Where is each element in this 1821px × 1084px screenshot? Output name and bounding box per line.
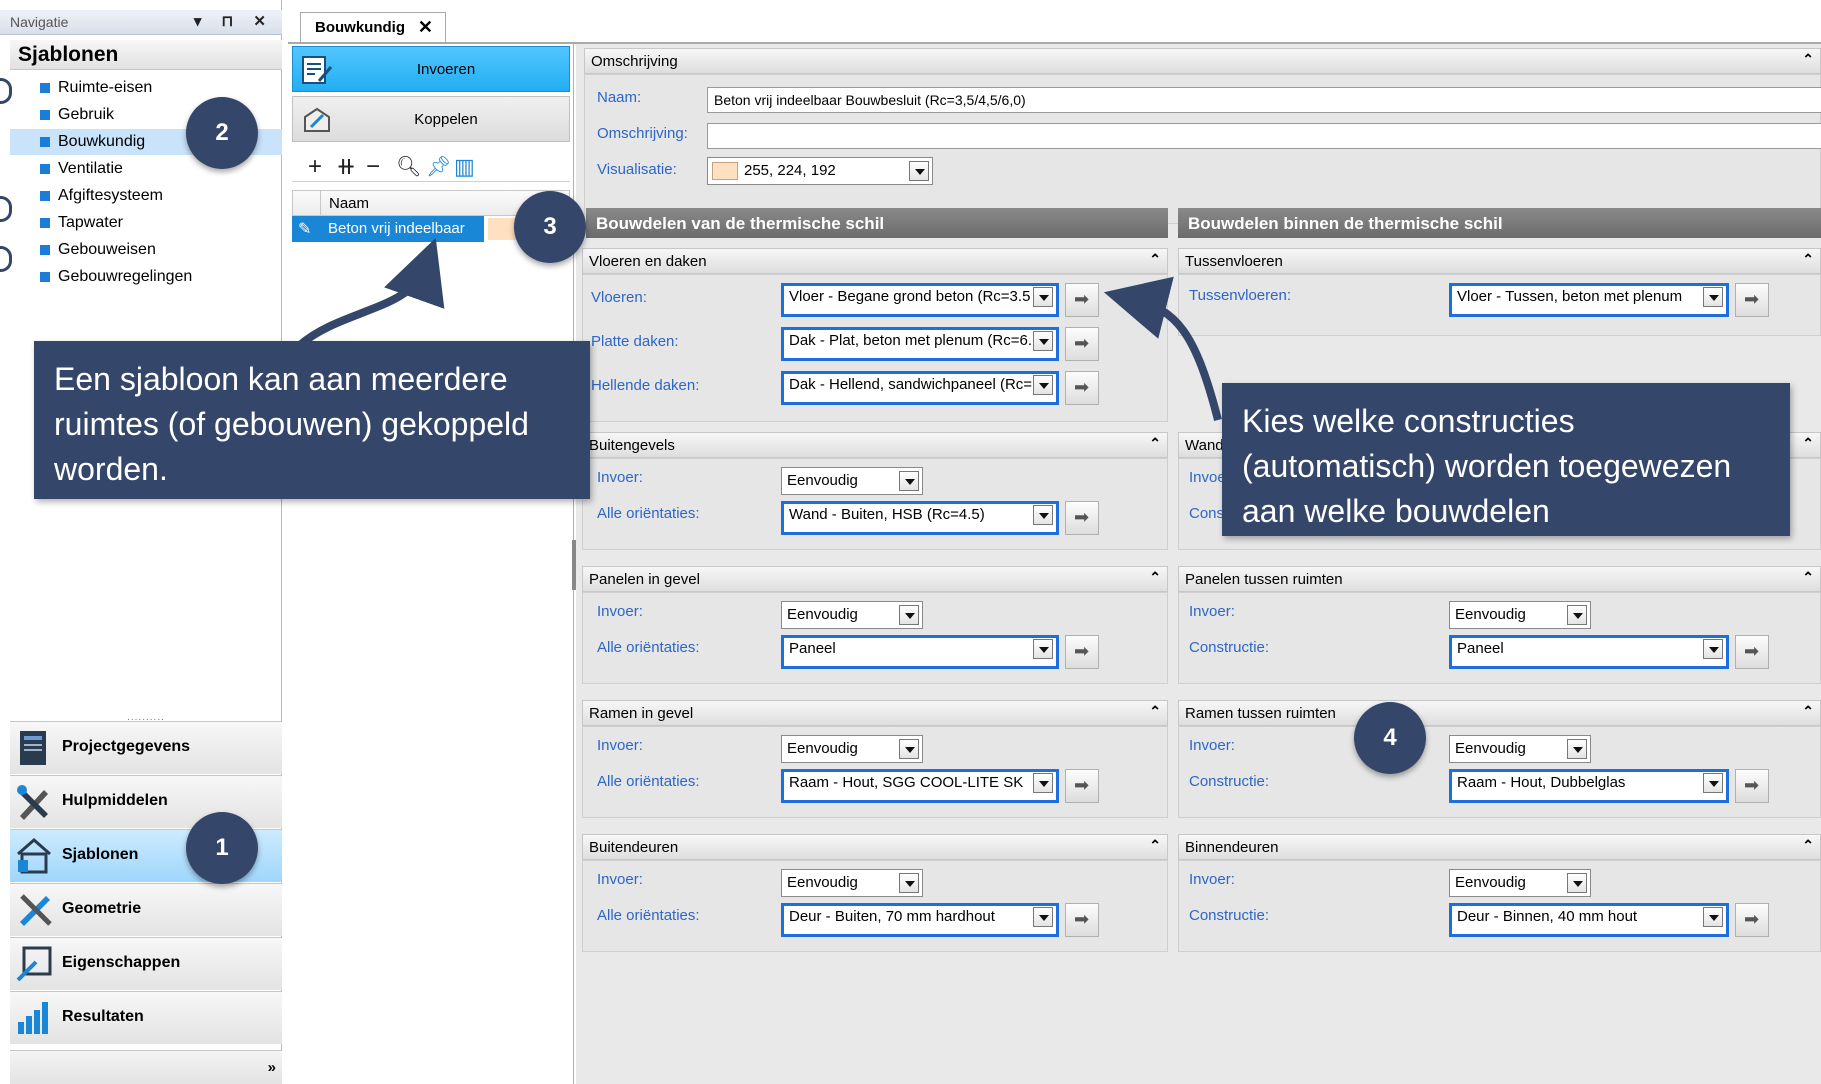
arrow-to-template-row [297, 237, 445, 349]
step-badge-4: 4 [1354, 702, 1426, 774]
step-badge-2: 2 [186, 97, 258, 169]
annotation-arrows [297, 237, 1222, 421]
callout-constructies: Kies welke constructies (automatisch) wo… [1222, 383, 1790, 536]
callout-koppelen: Een sjabloon kan aan meerdere ruimtes (o… [34, 341, 590, 499]
arrow-to-construction-select [1103, 276, 1222, 421]
step-badge-1: 1 [186, 812, 258, 884]
step-badge-3: 3 [514, 191, 586, 263]
